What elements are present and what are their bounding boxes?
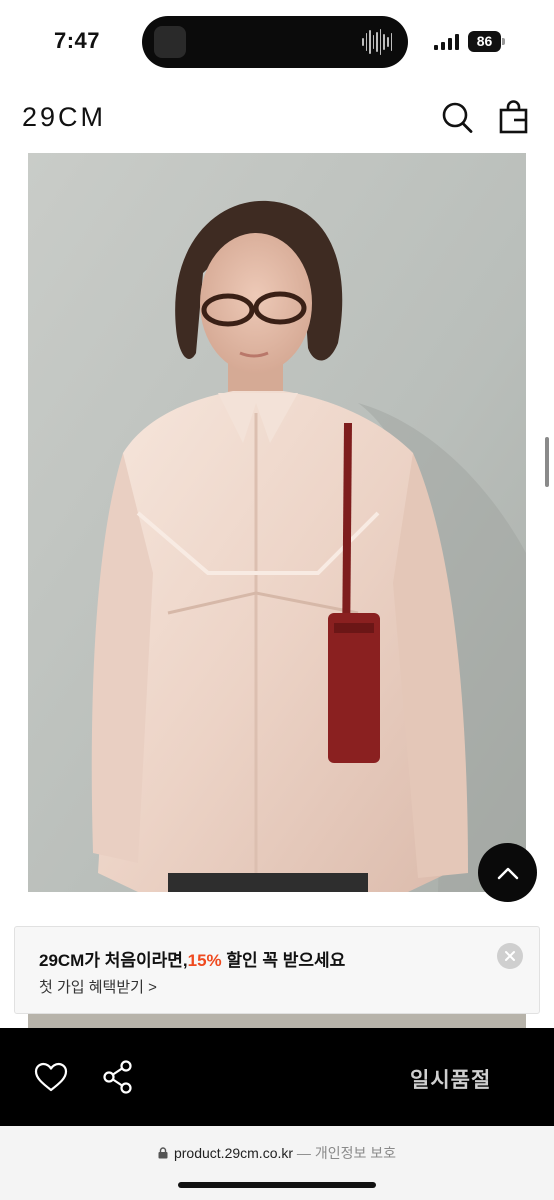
promo-cta-link[interactable]: 첫 가입 혜택받기 > <box>39 976 157 997</box>
next-product-photo[interactable] <box>28 1014 526 1028</box>
privacy-label: 개인정보 보호 <box>314 1145 396 1161</box>
home-indicator[interactable] <box>178 1182 376 1188</box>
url-text[interactable]: product.29cm.co.kr — 개인정보 보호 <box>0 1143 554 1163</box>
lock-icon <box>158 1147 168 1159</box>
shopping-bag-icon[interactable] <box>498 100 530 134</box>
scroll-to-top-button[interactable] <box>478 843 537 902</box>
app-thumbnail-icon <box>154 26 186 58</box>
status-bar: 7:47 86 <box>0 0 554 84</box>
search-icon[interactable] <box>441 100 473 134</box>
dynamic-island <box>142 16 408 68</box>
cellular-signal-icon <box>434 34 459 50</box>
sold-out-label: 일시품절 <box>410 1069 492 1092</box>
product-photo-illustration <box>28 153 526 892</box>
promo-discount: 15% <box>187 951 222 970</box>
promo-headline-suffix: 할인 꼭 받으세요 <box>221 951 346 970</box>
audio-wave-icon <box>362 28 393 56</box>
product-action-bar: 일시품절 <box>0 1028 554 1126</box>
heart-icon[interactable] <box>34 1062 68 1092</box>
scrollbar[interactable] <box>545 437 549 487</box>
battery-icon: 86 <box>468 31 506 52</box>
chevron-up-icon <box>497 867 518 879</box>
brand-logo[interactable]: 29CM <box>22 102 106 133</box>
signup-promo-banner[interactable]: 29CM가 처음이라면,15% 할인 꼭 받으세요 첫 가입 혜택받기 > <box>14 926 540 1014</box>
promo-headline-prefix: 29CM가 처음이라면, <box>39 951 188 970</box>
url-domain: product.29cm.co.kr <box>173 1145 294 1161</box>
url-separator: — <box>293 1145 315 1161</box>
battery-level: 86 <box>468 31 501 52</box>
status-time: 7:47 <box>54 28 101 53</box>
browser-url-bar[interactable]: product.29cm.co.kr — 개인정보 보호 <box>0 1126 554 1200</box>
product-photo[interactable] <box>28 153 526 892</box>
close-icon <box>505 951 515 961</box>
share-icon[interactable] <box>102 1060 134 1094</box>
promo-close-button[interactable] <box>497 943 523 969</box>
promo-headline: 29CM가 처음이라면,15% 할인 꼭 받으세요 <box>39 946 345 971</box>
site-header: 29CM <box>0 84 554 150</box>
